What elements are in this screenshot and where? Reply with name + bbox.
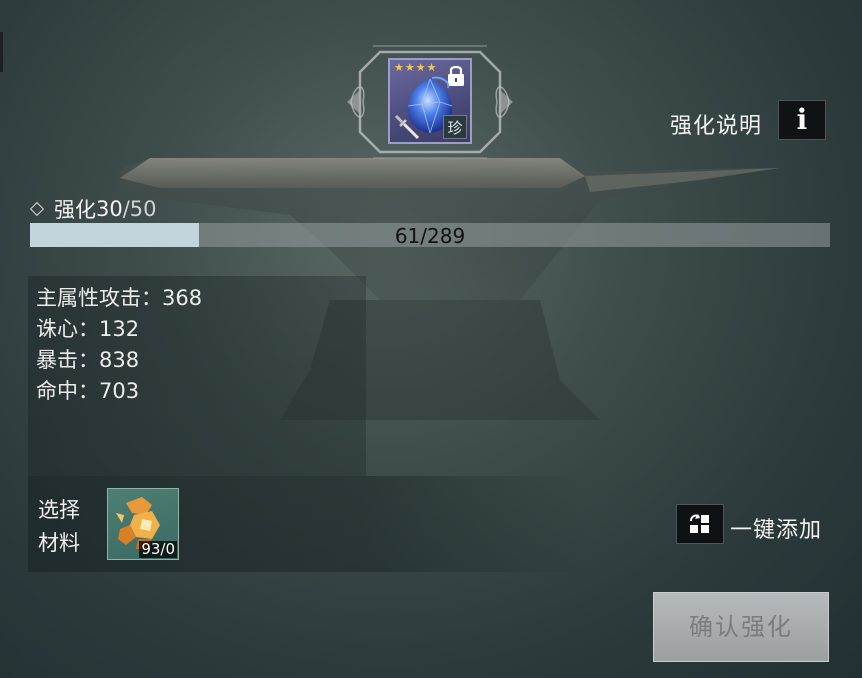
material-panel: 选择 材料 93/0 (28, 476, 588, 572)
stats-panel: 主属性攻击：368 诛心：132 暴击：838 命中：703 (28, 276, 366, 476)
stat-line: 主属性攻击：368 (36, 286, 203, 310)
left-edge-tab (0, 32, 3, 72)
info-button[interactable]: i (778, 100, 826, 140)
stat-line: 暴击：838 (36, 348, 140, 372)
rarity-badge: 珍 (443, 115, 467, 139)
enhance-exp-bar: 61/289 (30, 223, 830, 248)
auto-add-icon (690, 514, 709, 533)
material-count: 93/0 (139, 540, 177, 558)
star-icon: ★ (404, 61, 415, 74)
exp-bar-text: 61/289 (394, 224, 466, 248)
confirm-enhance-button[interactable]: 确认强化 (653, 592, 829, 662)
enhance-max-level: /50 (122, 197, 157, 221)
select-material-label: 选择 材料 (38, 494, 98, 560)
enhance-help-label[interactable]: 强化说明 (670, 108, 762, 140)
enhance-label: 强化 (54, 198, 96, 222)
select-material-label-line1: 选择 (38, 498, 80, 522)
stat-line: 命中：703 (36, 379, 140, 403)
auto-add-button[interactable] (676, 504, 724, 544)
star-rating: ★ ★ ★ ★ (394, 62, 437, 73)
select-material-label-line2: 材料 (38, 531, 80, 555)
star-icon: ★ (415, 61, 426, 74)
enhance-screen: ★ ★ ★ ★ 珍 强化说明 i 强化 30 /50 61/289 主属性攻击：… (0, 0, 862, 678)
enhance-level: 强化 30 /50 (29, 194, 157, 224)
info-icon: i (796, 103, 808, 136)
auto-add-label[interactable]: 一键添加 (730, 512, 822, 544)
sword-icon (394, 114, 420, 140)
stat-line: 诛心：132 (36, 317, 140, 341)
enhance-current-level: 30 (96, 197, 123, 221)
star-icon: ★ (394, 61, 404, 74)
material-slot[interactable]: 93/0 (107, 488, 179, 560)
diamond-bullet-icon (29, 201, 45, 217)
equipment-item-card[interactable]: ★ ★ ★ ★ 珍 (388, 58, 472, 144)
star-icon: ★ (426, 61, 437, 74)
